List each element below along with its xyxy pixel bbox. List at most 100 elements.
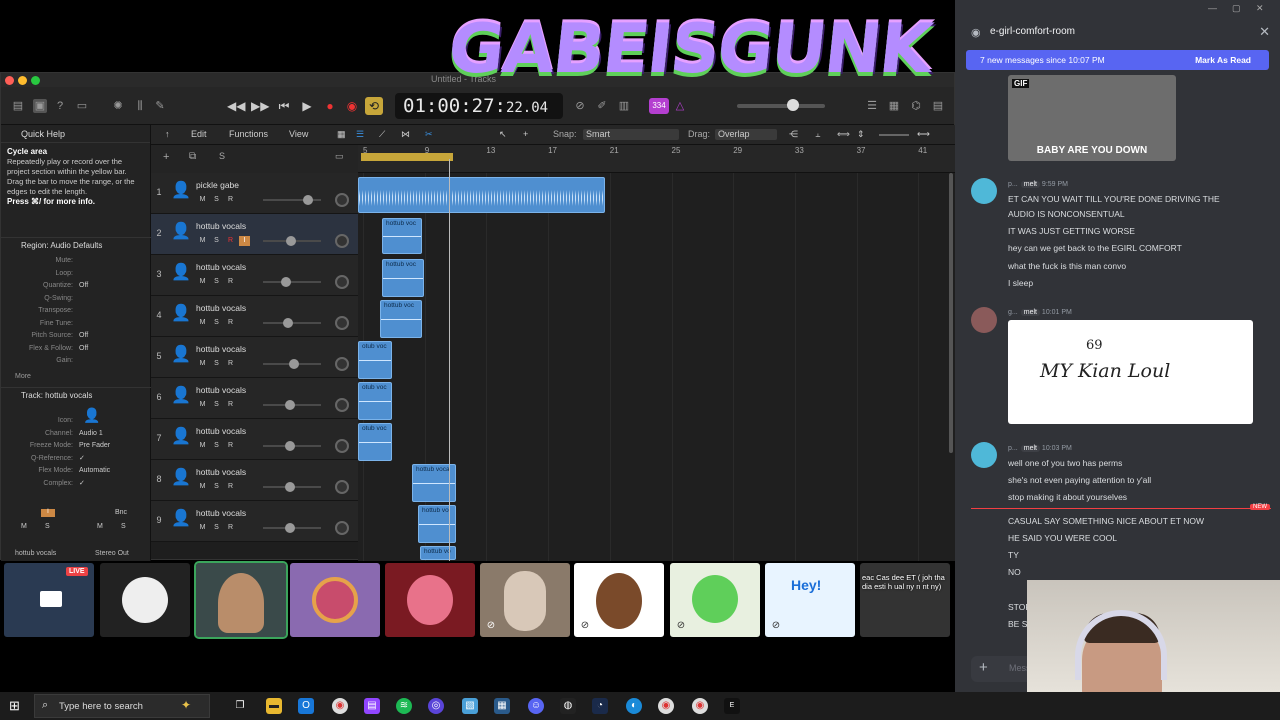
close-window-button[interactable] (5, 76, 14, 85)
maximize-window-button[interactable] (31, 76, 40, 85)
volume-fader-track[interactable] (263, 281, 321, 283)
volume-fader-knob[interactable] (281, 277, 291, 287)
play-button[interactable]: ▶ (298, 97, 316, 115)
volume-fader-knob[interactable] (283, 318, 293, 328)
avatar[interactable] (971, 442, 997, 468)
participant-tile[interactable] (100, 563, 190, 637)
volume-fader-knob[interactable] (286, 236, 296, 246)
audio-region[interactable]: otub voc (358, 382, 392, 420)
add-track-icon[interactable]: + (163, 151, 169, 163)
flex-icon[interactable]: ⋈ (401, 129, 410, 140)
pan-knob[interactable] (335, 316, 349, 330)
mute-button[interactable]: M (197, 277, 208, 287)
pan-knob[interactable] (335, 275, 349, 289)
region-row[interactable]: Mute: (1, 255, 151, 268)
mute-button[interactable]: M (197, 359, 208, 369)
track-person-icon[interactable]: 👤 (171, 427, 191, 447)
pan-knob[interactable] (335, 234, 349, 248)
solo-button[interactable]: S (211, 482, 222, 492)
audio-region-pickle-gabe[interactable] (358, 177, 605, 213)
record-enable-button[interactable]: R (225, 523, 236, 533)
participant-tile[interactable] (194, 561, 288, 639)
volume-fader-knob[interactable] (285, 441, 295, 451)
epic-games-icon[interactable]: E (724, 698, 740, 714)
solo-button[interactable]: S (211, 195, 222, 205)
solo-button[interactable]: S (211, 277, 222, 287)
track-height-icon[interactable]: ⇕ (857, 129, 865, 140)
global-solo-icon[interactable]: S (219, 151, 225, 161)
toolbar-icon[interactable]: ▭ (75, 99, 89, 113)
strip-left-mute[interactable]: M (21, 523, 27, 530)
library-icon[interactable]: ▤ (11, 99, 25, 113)
participant-tile[interactable] (290, 563, 380, 637)
track-param-value[interactable]: Automatic (79, 465, 110, 478)
message-author[interactable]: p... melt 10:03 PM (1008, 445, 1072, 452)
taskbar-search[interactable]: ⌕ Type here to search ✦ (34, 694, 210, 718)
track-person-icon[interactable]: 👤 (171, 468, 191, 488)
obs-icon[interactable]: ◎ (428, 698, 444, 714)
message-author[interactable]: p... melt 9:59 PM (1008, 181, 1068, 188)
editors-icon[interactable]: ✎ (153, 99, 167, 113)
snap-select[interactable]: Smart (583, 129, 679, 140)
track-person-icon[interactable]: 👤 (171, 386, 191, 406)
file-explorer-icon[interactable]: ▬ (266, 698, 282, 714)
grid-view-icon[interactable]: ▦ (337, 129, 346, 140)
secondary-tool-icon[interactable]: + (523, 129, 528, 139)
track-row[interactable]: Icon: (1, 415, 151, 428)
participant-tile[interactable]: ⊘ (670, 563, 760, 637)
region-inspector-header[interactable]: Region: Audio Defaults (1, 237, 151, 253)
drawing-image[interactable]: 69 MY Kian Loul (1008, 320, 1253, 424)
track-person-icon[interactable]: 👤 (171, 304, 191, 324)
input-monitor-button[interactable]: I (41, 509, 55, 517)
region-row[interactable]: Q-Swing: (1, 293, 151, 306)
steam-icon[interactable]: ◔ (592, 698, 608, 714)
forward-button[interactable]: ▶▶ (251, 97, 269, 115)
track-inspector-header[interactable]: Track: hottub vocals (1, 387, 151, 403)
participant-tile[interactable]: ⊘ (574, 563, 664, 637)
close-app-icon[interactable]: ✕ (1256, 3, 1264, 14)
mute-button[interactable]: M (197, 318, 208, 328)
message-author[interactable]: g... melt 10:01 PM (1008, 309, 1072, 316)
region-row[interactable]: Pitch Source: Off (1, 330, 151, 343)
mute-button[interactable]: M (197, 400, 208, 410)
track-param-value[interactable]: Audio 1 (79, 428, 103, 441)
audio-region[interactable]: hottub vo (420, 546, 456, 560)
track-header[interactable]: 3 👤 hottub vocals M S R (151, 255, 358, 296)
region-row[interactable]: Fine Tune: (1, 318, 151, 331)
track-name[interactable]: hottub vocals (196, 221, 246, 231)
mixer-icon[interactable]: ⫼ (133, 99, 147, 113)
browser-icon[interactable]: ▤ (931, 99, 945, 113)
track-name[interactable]: hottub vocals (196, 344, 246, 354)
track-name[interactable]: hottub vocals (196, 467, 246, 477)
volume-fader-knob[interactable] (285, 482, 295, 492)
strip-right-solo[interactable]: S (121, 523, 126, 530)
vertical-scrollbar[interactable] (949, 173, 953, 453)
new-messages-bar[interactable]: 7 new messages since 10:07 PM Mark As Re… (966, 50, 1269, 70)
global-tracks-icon[interactable]: ▭ (335, 151, 344, 162)
bar-ruler[interactable]: 5 9 13 17 21 25 29 33 37 41 (358, 145, 956, 173)
chrome-profile-2-icon[interactable]: ◉ (692, 698, 708, 714)
track-person-icon[interactable]: 👤 (171, 263, 191, 283)
discord-icon[interactable]: ☺ (528, 698, 544, 714)
track-row[interactable]: Flex Mode: Automatic (1, 465, 151, 478)
drag-select[interactable]: Overlap (715, 129, 777, 140)
track-person-icon[interactable]: 👤 (171, 345, 191, 365)
participant-tile[interactable]: ⊘ (480, 563, 570, 637)
region-row[interactable]: Loop: (1, 268, 151, 281)
add-attachment-icon[interactable]: + (979, 659, 988, 676)
edge-icon[interactable]: ◐ (626, 698, 642, 714)
record-enable-button[interactable]: R (225, 195, 236, 205)
track-name[interactable]: hottub vocals (196, 385, 246, 395)
participant-tile-screen[interactable]: LIVE (4, 563, 94, 637)
pan-knob[interactable] (335, 398, 349, 412)
record-enable-button[interactable]: R (225, 236, 236, 246)
avatar[interactable] (971, 178, 997, 204)
zoom-slider[interactable] (879, 134, 909, 136)
chrome-profile-icon[interactable]: ◉ (658, 698, 674, 714)
participant-tile[interactable]: eac Cas dee ET ( joh tha dia esti h ual … (860, 563, 950, 637)
volume-fader-knob[interactable] (303, 195, 313, 205)
track-person-icon[interactable]: 👤 (171, 509, 191, 529)
restore-icon[interactable]: ▢ (1232, 3, 1241, 14)
audio-region[interactable]: otub voc (358, 423, 392, 461)
track-row[interactable]: Freeze Mode: Pre Fader (1, 440, 151, 453)
